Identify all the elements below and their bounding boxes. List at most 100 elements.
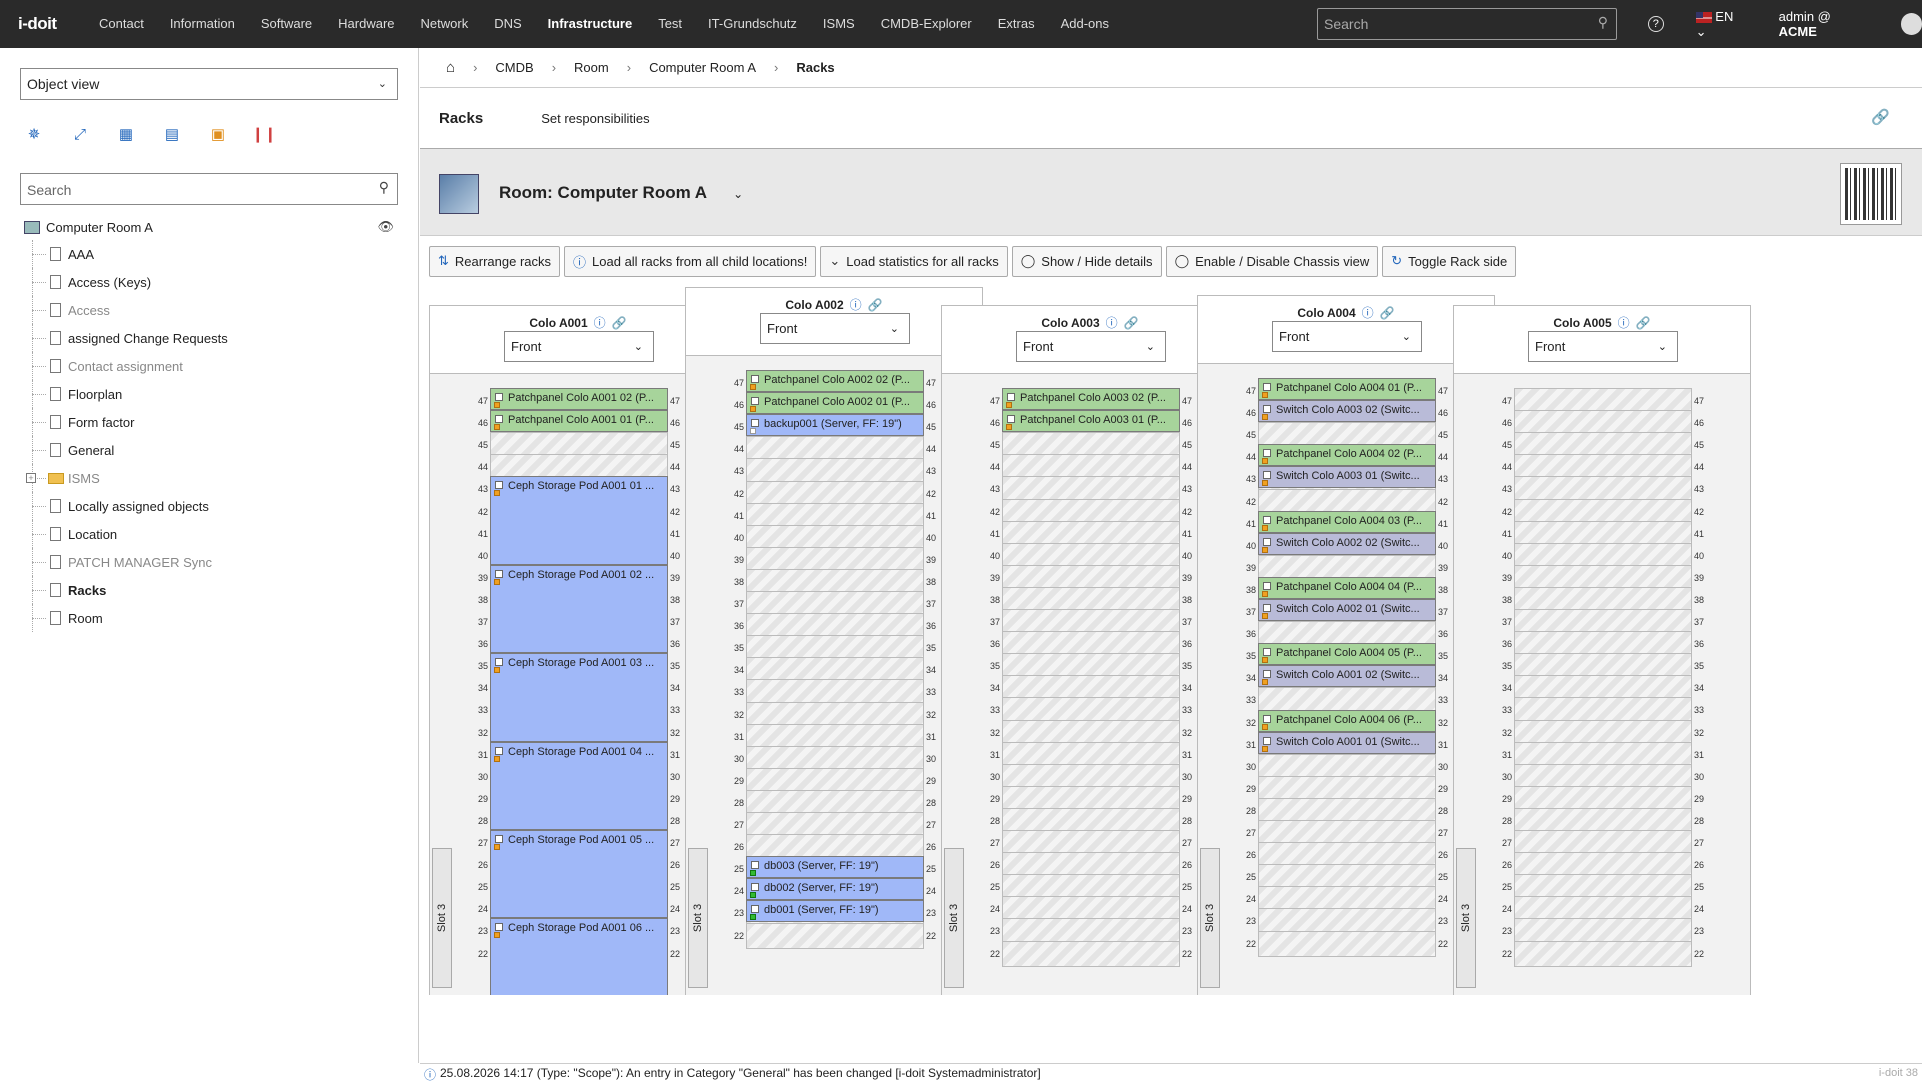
chassis-slot-left[interactable]: Slot 3 (432, 848, 452, 988)
rack-object[interactable]: Switch Colo A001 01 (Switc... (1258, 731, 1436, 754)
tree-item-contact-assignment[interactable]: Contact assignment (24, 352, 404, 380)
chassis-slot-left[interactable]: Slot 3 (1200, 848, 1220, 988)
nav-hardware[interactable]: Hardware (325, 0, 407, 48)
tree-item-patch-manager-sync[interactable]: PATCH MANAGER Sync (24, 548, 404, 576)
nav-add-ons[interactable]: Add-ons (1048, 0, 1122, 48)
book-icon[interactable]: ▤ (162, 124, 182, 144)
nav-extras[interactable]: Extras (985, 0, 1048, 48)
search-icon[interactable]: ⚲ (1598, 14, 1608, 31)
rack-object[interactable]: Patchpanel Colo A002 02 (P... (746, 370, 924, 393)
breadcrumb-item[interactable]: CMDB (495, 60, 533, 75)
rack-object[interactable]: Patchpanel Colo A003 01 (P... (1002, 410, 1180, 433)
qr-code[interactable] (1840, 163, 1902, 225)
tree-item-general[interactable]: General (24, 436, 404, 464)
nav-software[interactable]: Software (248, 0, 325, 48)
rack-object[interactable]: Switch Colo A003 02 (Switc... (1258, 400, 1436, 423)
rack-object[interactable]: Patchpanel Colo A004 03 (P... (1258, 510, 1436, 533)
rack-name[interactable]: Colo A003 ⓘ 🔗 (942, 314, 1238, 331)
language-selector[interactable]: EN ⌄ (1695, 9, 1747, 40)
link-icon[interactable]: 🔗 (868, 298, 883, 312)
rack-object[interactable]: Patchpanel Colo A004 06 (P... (1258, 709, 1436, 732)
rack-object[interactable]: Ceph Storage Pod A001 06 ... (490, 918, 668, 995)
lock-icon[interactable]: ▣ (208, 124, 228, 144)
rack-object[interactable]: Switch Colo A001 02 (Switc... (1258, 665, 1436, 688)
rack-object[interactable]: Ceph Storage Pod A001 04 ... (490, 741, 668, 830)
tree-item-racks[interactable]: Racks (24, 576, 404, 604)
tree-item-room[interactable]: Room (24, 604, 404, 632)
view-select[interactable]: Object view ⌄ (20, 68, 398, 100)
tree-root[interactable]: Computer Room A 👁 (24, 214, 404, 240)
info-icon[interactable]: ⓘ (594, 316, 606, 330)
rack-object[interactable]: Switch Colo A002 02 (Switc... (1258, 532, 1436, 555)
rack-unit-slot[interactable] (1258, 930, 1436, 957)
rack-object[interactable]: db001 (Server, FF: 19") (746, 900, 924, 923)
home-icon[interactable]: ⌂ (446, 59, 455, 76)
rack-object[interactable]: Ceph Storage Pod A001 03 ... (490, 653, 668, 742)
rack-object[interactable]: Patchpanel Colo A004 05 (P... (1258, 643, 1436, 666)
rack-button-5[interactable]: ◯ Enable / Disable Chassis view (1165, 245, 1379, 277)
link-icon[interactable]: 🔗 (612, 316, 627, 330)
tree-item-floorplan[interactable]: Floorplan (24, 380, 404, 408)
rack-side-select[interactable]: Front ⌄ (1272, 321, 1422, 352)
app-logo[interactable]: i-doit (0, 14, 86, 34)
global-search-input[interactable]: Search ⚲ (1317, 8, 1617, 40)
rack-name[interactable]: Colo A004 ⓘ 🔗 (1198, 304, 1494, 321)
help-icon[interactable]: ? (1648, 16, 1664, 32)
info-icon[interactable]: ⓘ (850, 298, 862, 312)
link-icon[interactable]: 🔗 (1636, 316, 1651, 330)
rack-side-select[interactable]: Front ⌄ (1016, 331, 1166, 362)
avatar[interactable] (1900, 13, 1922, 35)
tree-item-form-factor[interactable]: Form factor (24, 408, 404, 436)
rack-object[interactable]: Switch Colo A002 01 (Switc... (1258, 599, 1436, 622)
rack-unit-slot[interactable] (1514, 940, 1692, 967)
link-icon[interactable]: 🔗 (1124, 316, 1139, 330)
nav-infrastructure[interactable]: Infrastructure (535, 0, 646, 48)
breadcrumb-item[interactable]: Computer Room A (649, 60, 756, 75)
network-icon[interactable]: ✵ (24, 124, 44, 144)
rack-object[interactable]: Patchpanel Colo A004 01 (P... (1258, 378, 1436, 401)
search-icon[interactable]: ⚲ (379, 179, 389, 196)
tree-item-access[interactable]: Access (24, 296, 404, 324)
rack-object[interactable]: db002 (Server, FF: 19") (746, 878, 924, 901)
breadcrumb-item[interactable]: Room (574, 60, 609, 75)
calendar-icon[interactable]: ▦ (116, 124, 136, 144)
nav-test[interactable]: Test (645, 0, 695, 48)
user-menu[interactable]: admin @ ACME (1779, 9, 1871, 39)
rack-object[interactable]: Patchpanel Colo A002 01 (P... (746, 392, 924, 415)
tree-item-access-keys-[interactable]: Access (Keys) (24, 268, 404, 296)
rack-object[interactable]: Ceph Storage Pod A001 02 ... (490, 564, 668, 654)
rack-button-6[interactable]: ↻ Toggle Rack side (1382, 245, 1517, 277)
rack-object[interactable]: db003 (Server, FF: 19") (746, 856, 924, 879)
tab-set-responsibilities[interactable]: Set responsibilities (541, 111, 649, 126)
nav-dns[interactable]: DNS (481, 0, 534, 48)
tree-item-aaa[interactable]: AAA (24, 240, 404, 268)
tree-item-isms[interactable]: + ISMS (24, 464, 404, 492)
rack-name[interactable]: Colo A001 ⓘ 🔗 (430, 314, 726, 331)
rack-side-select[interactable]: Front ⌄ (504, 331, 654, 362)
rack-name[interactable]: Colo A005 ⓘ 🔗 (1454, 314, 1750, 331)
rack-side-select[interactable]: Front ⌄ (1528, 331, 1678, 362)
info-icon[interactable]: ⓘ (1362, 306, 1374, 320)
rack-name[interactable]: Colo A002 ⓘ 🔗 (686, 296, 982, 313)
nav-isms[interactable]: ISMS (810, 0, 868, 48)
tab-racks[interactable]: Racks (439, 110, 483, 127)
tree-item-location[interactable]: Location (24, 520, 404, 548)
link-icon[interactable]: 🔗 (1871, 108, 1890, 126)
tree-item-locally-assigned-objects[interactable]: Locally assigned objects (24, 492, 404, 520)
rack-button-3[interactable]: ⌄ Load statistics for all racks (820, 245, 1008, 277)
nav-it-grundschutz[interactable]: IT-Grundschutz (695, 0, 810, 48)
rack-button-4[interactable]: ◯ Show / Hide details (1011, 245, 1162, 277)
chassis-slot-left[interactable]: Slot 3 (688, 848, 708, 988)
info-icon[interactable]: ⓘ (1106, 316, 1118, 330)
rack-object[interactable]: backup001 (Server, FF: 19") (746, 414, 924, 437)
rack-button-2[interactable]: ⓘ Load all racks from all child locations… (564, 245, 817, 277)
eye-icon[interactable]: 👁 (377, 219, 394, 235)
rack-object[interactable]: Ceph Storage Pod A001 05 ... (490, 830, 668, 919)
info-icon[interactable]: ⓘ (1618, 316, 1630, 330)
chassis-slot-left[interactable]: Slot 3 (944, 848, 964, 988)
rack-object[interactable]: Switch Colo A003 01 (Switc... (1258, 466, 1436, 489)
rack-button-1[interactable]: ⇅ Rearrange racks (429, 245, 561, 277)
nav-information[interactable]: Information (157, 0, 248, 48)
chart-icon[interactable]: ❙❙ (251, 124, 276, 144)
rack-unit-slot[interactable] (1002, 940, 1180, 967)
